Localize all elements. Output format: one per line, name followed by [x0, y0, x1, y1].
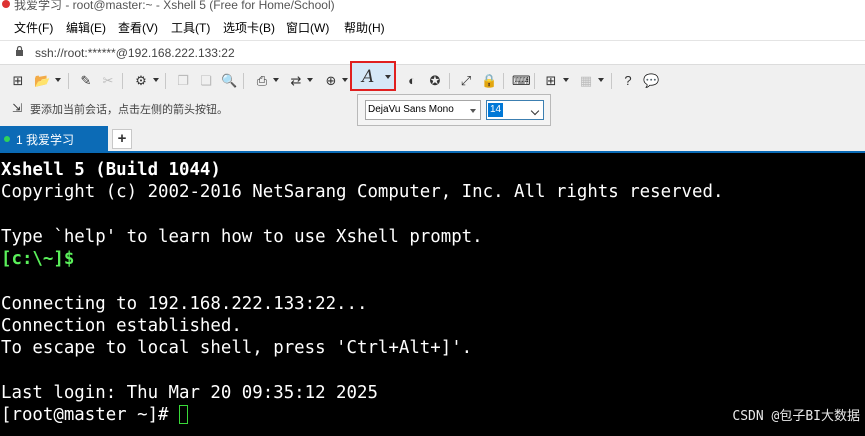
chevron-down-icon[interactable] [530, 106, 540, 116]
new-tab-icon[interactable]: ⊞ [543, 73, 559, 89]
reconnect-icon[interactable]: ✎ [78, 73, 94, 89]
toolbar: ⊞ 📂 ✎ ✂ ⚙ ❐ ❏ 🔍 ⎙ ⇄ ⊕ ◐ ✪ ⤢ 🔒 ⌨ ⊞ ▦ ? 💬 [0, 64, 865, 97]
tab-bar: 1 我爱学习 + [0, 126, 865, 153]
watermark: CSDN @包子BI大数据 [732, 408, 860, 424]
font-family-value: DejaVu Sans Mono [368, 104, 454, 115]
session-hint-text: 要添加当前会话，点击左侧的箭头按钮。 [30, 104, 228, 116]
help-icon[interactable]: ? [620, 73, 636, 89]
add-tab-button[interactable]: + [112, 129, 132, 149]
terminal-line: To escape to local shell, press 'Ctrl+Al… [1, 338, 473, 359]
toolbar-separator [165, 73, 166, 89]
lock-icon [16, 46, 23, 56]
font-dropdown-icon[interactable] [385, 75, 391, 79]
menu-tabs[interactable]: 选项卡(B) [223, 19, 275, 36]
shell-prompt: [root@master ~]# [1, 405, 179, 426]
color-scheme-icon[interactable]: ◐ [404, 73, 420, 89]
fullscreen-icon[interactable]: ⤢ [458, 73, 474, 89]
font-popup: DejaVu Sans Mono 14 [357, 94, 551, 126]
menu-view[interactable]: 查看(V) [118, 19, 158, 36]
local-prompt-line: [c:\~]$ [1, 249, 75, 270]
terminal-area[interactable]: Xshell 5 (Build 1044) Copyright (c) 2002… [0, 153, 865, 436]
toolbar-separator [122, 73, 123, 89]
toolbar-separator [503, 73, 504, 89]
terminal-output: Xshell 5 (Build 1044) Copyright (c) 2002… [1, 159, 723, 427]
chat-icon[interactable]: 💬 [643, 73, 659, 89]
terminal-line: Xshell 5 (Build 1044) [1, 160, 221, 180]
find-icon[interactable]: 🔍 [221, 73, 237, 89]
properties-icon[interactable]: ⚙ [133, 73, 149, 89]
terminal-line: Connecting to 192.168.222.133:22... [1, 293, 368, 314]
prompt-line[interactable]: [root@master ~]# [1, 404, 723, 426]
xshell-app-icon [2, 0, 10, 8]
font-family-select[interactable]: DejaVu Sans Mono [365, 100, 481, 120]
connected-status-icon [4, 136, 10, 142]
menu-edit[interactable]: 编辑(E) [66, 19, 106, 36]
font-icon: A [362, 67, 375, 87]
transfer-dropdown-icon[interactable] [307, 78, 313, 82]
toolbar-separator [68, 73, 69, 89]
keyboard-icon[interactable]: ⌨ [512, 73, 531, 89]
layout-dropdown-icon[interactable] [598, 78, 604, 82]
menu-window[interactable]: 窗口(W) [286, 19, 329, 36]
add-session-arrow-icon[interactable]: ⇲ [12, 101, 22, 115]
globe-dropdown-icon[interactable] [342, 78, 348, 82]
terminal-line: Copyright (c) 2002-2016 NetSarang Comput… [1, 182, 724, 203]
open-dropdown-icon[interactable] [55, 78, 61, 82]
script-icon[interactable]: ✪ [427, 73, 443, 89]
terminal-line: Last login: Thu Mar 20 09:35:12 2025 [1, 382, 378, 403]
lock-screen-icon[interactable]: 🔒 [481, 73, 497, 89]
copy-icon[interactable]: ❐ [175, 73, 191, 89]
new-session-icon[interactable]: ⊞ [10, 73, 26, 89]
toolbar-separator [243, 73, 244, 89]
session-address[interactable]: ssh://root:******@192.168.222.133:22 [35, 46, 235, 60]
new-tab-dropdown-icon[interactable] [563, 78, 569, 82]
menu-file[interactable]: 文件(F) [14, 19, 53, 36]
transfer-icon[interactable]: ⇄ [288, 73, 304, 89]
paste-icon[interactable]: ❏ [198, 73, 214, 89]
toolbar-separator [611, 73, 612, 89]
font-button[interactable]: A [350, 61, 396, 91]
window-title: 我爱学习 - root@master:~ - Xshell 5 (Free fo… [14, 0, 335, 12]
terminal-line: Connection established. [1, 316, 242, 337]
tab-label: 1 我爱学习 [16, 133, 75, 147]
tab-session-1[interactable]: 1 我爱学习 [0, 126, 108, 151]
print-dropdown-icon[interactable] [273, 78, 279, 82]
address-bar[interactable]: ssh://root:******@192.168.222.133:22 [0, 40, 865, 65]
globe-icon[interactable]: ⊕ [323, 73, 339, 89]
toolbar-separator [449, 73, 450, 89]
toolbar-separator [534, 73, 535, 89]
properties-dropdown-icon[interactable] [153, 78, 159, 82]
terminal-line: Type `help' to learn how to use Xshell p… [1, 226, 483, 247]
disconnect-icon[interactable]: ✂ [100, 73, 116, 89]
print-icon[interactable]: ⎙ [254, 73, 270, 89]
font-size-select[interactable]: 14 [486, 100, 544, 120]
open-folder-icon[interactable]: 📂 [34, 73, 50, 89]
terminal-cursor [179, 405, 188, 425]
menu-bar: 文件(F) 编辑(E) 查看(V) 工具(T) 选项卡(B) 窗口(W) 帮助(… [0, 12, 865, 40]
window-titlebar: 我爱学习 - root@master:~ - Xshell 5 (Free fo… [0, 0, 865, 12]
font-size-value: 14 [488, 103, 504, 117]
layout-icon[interactable]: ▦ [578, 73, 594, 89]
menu-tools[interactable]: 工具(T) [171, 19, 210, 36]
chevron-down-icon[interactable] [470, 109, 476, 113]
menu-help[interactable]: 帮助(H) [344, 19, 385, 36]
